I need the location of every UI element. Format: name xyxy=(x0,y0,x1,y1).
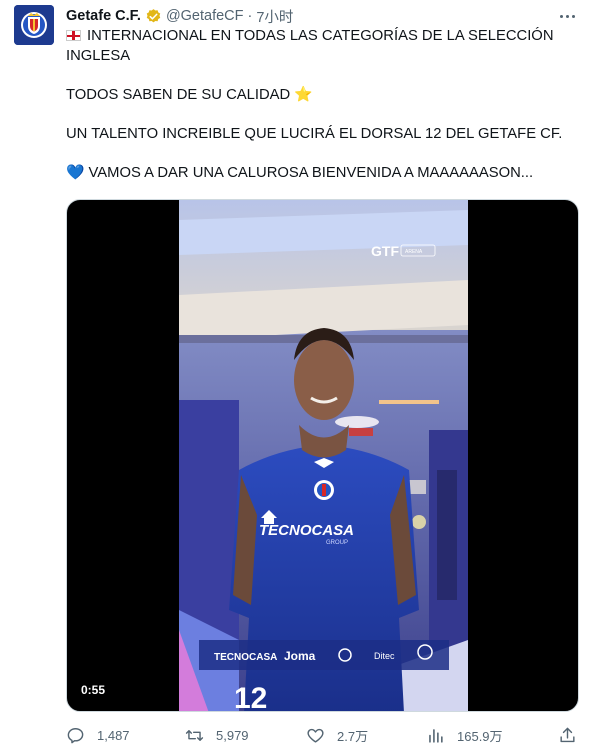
retweet-button[interactable]: 5,979 xyxy=(185,724,249,746)
avatar[interactable] xyxy=(14,5,54,45)
shirt-number: 12 xyxy=(234,682,267,712)
video-player[interactable]: TECNOCASA GROUP TECNOCASA Joma Ditec 12 … xyxy=(66,199,579,712)
tweet-line-4: 💙 VAMOS A DAR UNA CALUROSA BIENVENIDA A … xyxy=(66,164,534,181)
share-icon xyxy=(560,727,575,742)
timestamp[interactable]: 7小时 xyxy=(256,6,293,27)
more-options-icon[interactable] xyxy=(557,6,577,26)
like-icon xyxy=(307,728,324,743)
banner-sponsor-3: Ditec xyxy=(374,651,395,661)
tweet: Getafe C.F. @GetafeCF · 7小时 INTERNACIONA… xyxy=(0,0,589,749)
tweet-line-2: TODOS SABEN DE SU CALIDAD ⭐ xyxy=(66,86,313,103)
views-count: 165.9万 xyxy=(457,728,503,744)
video-duration: 0:55 xyxy=(75,681,112,699)
like-count: 2.7万 xyxy=(337,728,369,744)
getafe-crest-icon xyxy=(14,5,54,45)
video-frame: TECNOCASA GROUP TECNOCASA Joma Ditec 12 … xyxy=(179,200,468,712)
banner-sponsor-1: TECNOCASA xyxy=(214,652,277,663)
separator: · xyxy=(247,8,253,24)
tweet-actions: 1,487 5,979 2.7万 165.9万 xyxy=(66,724,581,746)
verified-badge-icon xyxy=(146,8,161,22)
reply-icon xyxy=(67,727,84,743)
tweet-line-1: INTERNACIONAL EN TODAS LAS CATEGORÍAS DE… xyxy=(66,28,554,64)
retweet-count: 5,979 xyxy=(216,727,249,743)
england-flag-icon xyxy=(66,30,81,41)
views-icon xyxy=(429,728,443,743)
video-watermark: GTF xyxy=(371,243,399,259)
author-name[interactable]: Getafe C.F. xyxy=(66,8,141,24)
reply-button[interactable]: 1,487 xyxy=(66,724,130,746)
like-button[interactable]: 2.7万 xyxy=(306,724,368,746)
video-still: TECNOCASA GROUP TECNOCASA Joma Ditec 12 … xyxy=(179,200,468,712)
video-watermark-badge: ARENA xyxy=(405,249,423,255)
tweet-line-3: UN TALENTO INCREIBLE QUE LUCIRÁ EL DORSA… xyxy=(66,125,563,142)
retweet-icon xyxy=(185,729,204,741)
tweet-header: Getafe C.F. @GetafeCF · 7小时 xyxy=(66,6,293,26)
chest-sponsor-sub: GROUP xyxy=(326,540,348,546)
tweet-text: INTERNACIONAL EN TODAS LAS CATEGORÍAS DE… xyxy=(66,27,576,183)
reply-count: 1,487 xyxy=(97,727,130,743)
author-handle[interactable]: @GetafeCF xyxy=(166,8,244,24)
banner-sponsor-2: Joma xyxy=(284,649,316,663)
chest-sponsor: TECNOCASA xyxy=(259,522,354,539)
share-button[interactable] xyxy=(558,724,589,746)
views-button[interactable]: 165.9万 xyxy=(426,724,503,746)
